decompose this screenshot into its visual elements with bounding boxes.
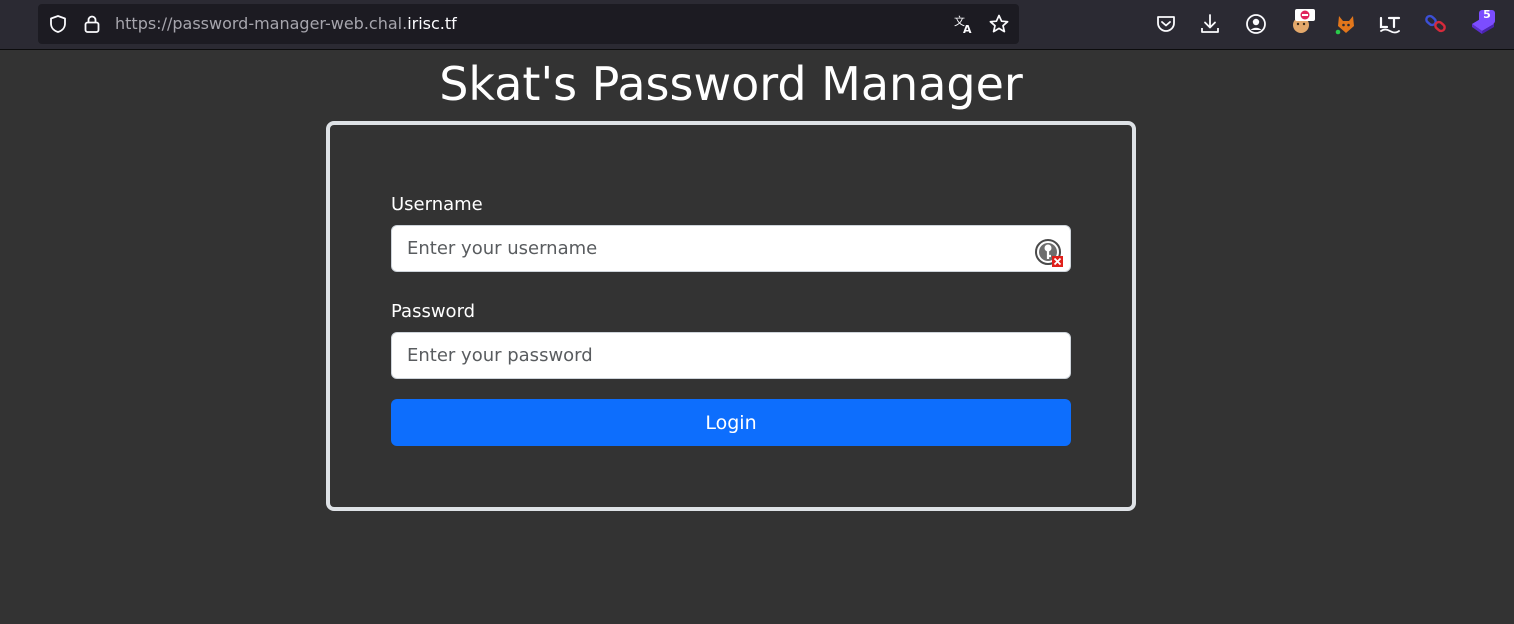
- shield-icon[interactable]: [48, 14, 68, 34]
- url-prefix: https://password-manager-web.chal.: [115, 14, 408, 33]
- download-icon[interactable]: [1198, 12, 1222, 36]
- extension-fox-icon[interactable]: [1334, 12, 1358, 36]
- translate-icon[interactable]: 文 A: [953, 13, 975, 35]
- lock-icon[interactable]: [82, 14, 102, 34]
- extension-chain-icon[interactable]: [1424, 12, 1448, 36]
- keepass-icon[interactable]: [1034, 238, 1064, 268]
- browser-toolbar: https://password-manager-web.chal.irisc.…: [0, 0, 1514, 50]
- pocket-icon[interactable]: [1154, 12, 1178, 36]
- extension-badge-count: 5: [1483, 8, 1491, 21]
- extension-adblock-icon[interactable]: [1290, 9, 1316, 35]
- extension-languagetool-icon[interactable]: [1378, 12, 1402, 36]
- url-domain: irisc.tf: [407, 14, 457, 33]
- password-label: Password: [391, 301, 476, 322]
- svg-text:A: A: [963, 23, 972, 35]
- account-icon[interactable]: [1244, 12, 1268, 36]
- page-title: Skat's Password Manager: [439, 57, 1023, 111]
- username-input[interactable]: [391, 225, 1071, 272]
- url-text[interactable]: https://password-manager-web.chal.irisc.…: [115, 14, 457, 34]
- login-card: Username Password Login: [326, 121, 1136, 511]
- login-button[interactable]: Login: [391, 399, 1071, 446]
- address-bar[interactable]: https://password-manager-web.chal.irisc.…: [38, 4, 1019, 44]
- username-label: Username: [391, 194, 483, 215]
- password-input[interactable]: [391, 332, 1071, 379]
- star-icon[interactable]: [988, 13, 1010, 35]
